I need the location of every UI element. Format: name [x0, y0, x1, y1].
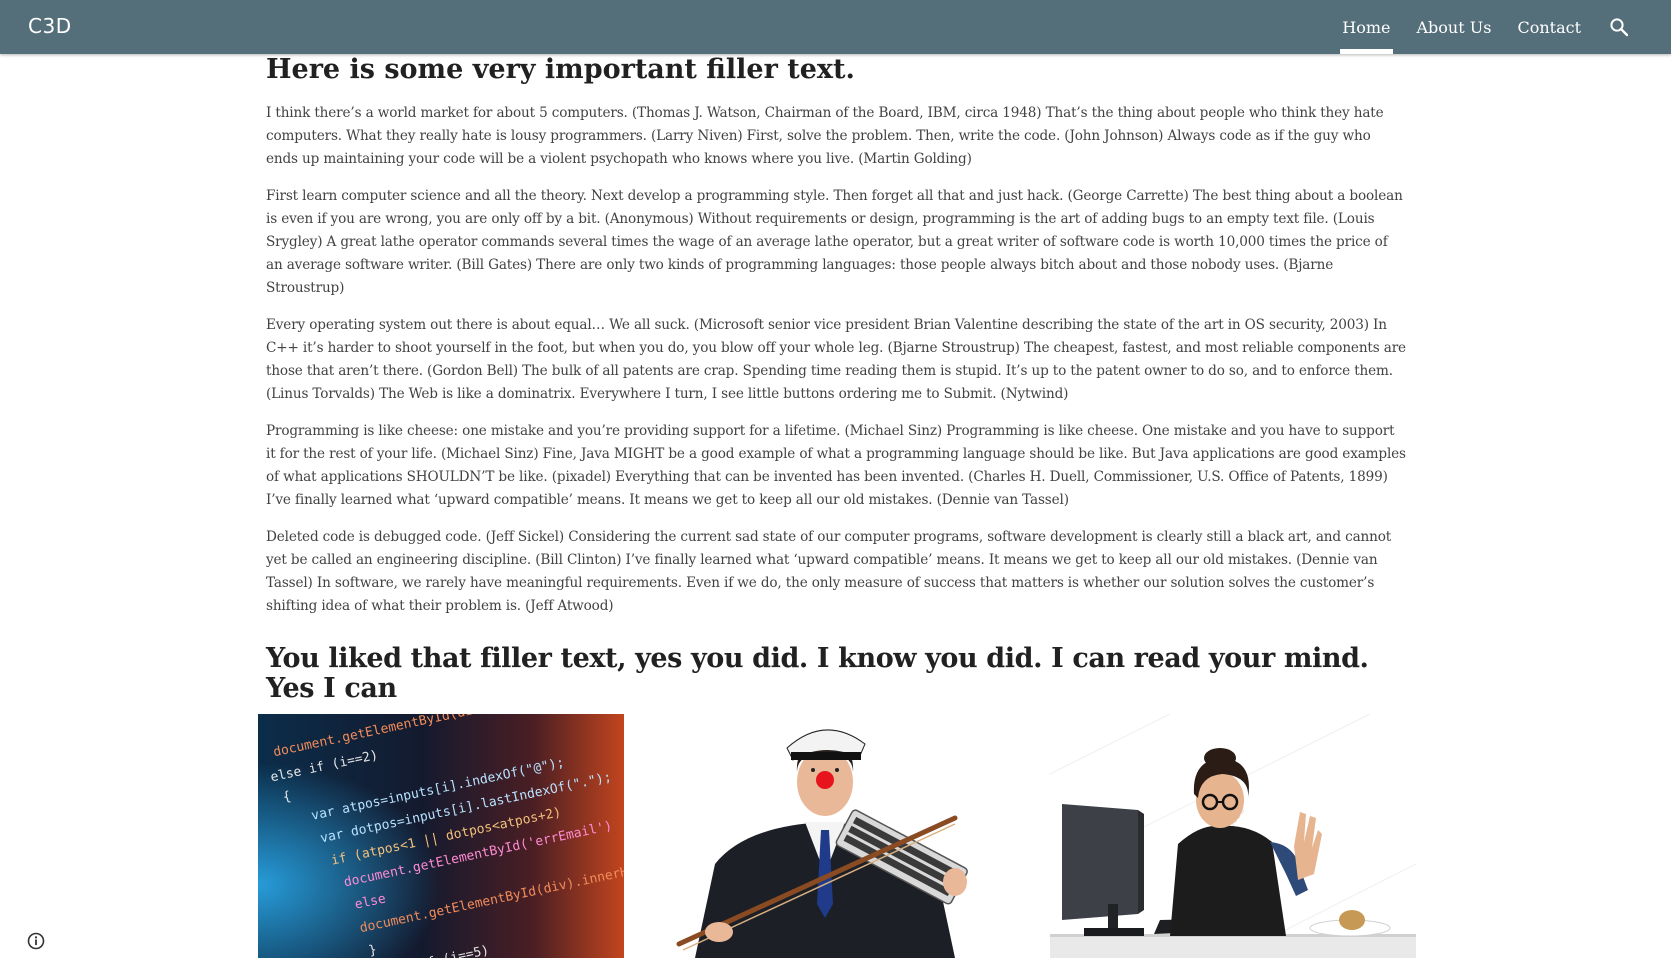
info-icon[interactable] — [27, 932, 45, 950]
paragraph: Deleted code is debugged code. (Jeff Sic… — [266, 529, 1392, 614]
top-navigation-bar: C3D Home About Us Contact — [0, 0, 1671, 54]
secondary-heading: You liked that filler text, yes you did.… — [266, 643, 1369, 704]
main-nav: Home About Us Contact — [1340, 0, 1631, 54]
search-icon[interactable] — [1607, 15, 1631, 39]
paragraph: First learn computer science and all the… — [266, 188, 1403, 296]
paragraph: Every operating system out there is abou… — [266, 317, 1406, 402]
woman-at-computer-image[interactable]: depositphotos — [1050, 714, 1416, 958]
nav-item-about-us[interactable]: About Us — [1417, 0, 1492, 54]
paragraph: Programming is like cheese: one mistake … — [266, 423, 1406, 508]
nav-item-home[interactable]: Home — [1340, 0, 1393, 54]
section-heading: Here is some very important filler text. — [266, 54, 855, 85]
code-screen-image[interactable]: document.getElementById(div).innerHTML e… — [258, 714, 624, 958]
paragraph: I think there’s a world market for about… — [266, 105, 1384, 167]
main-content: Here is some very important filler text.… — [266, 54, 1406, 704]
clown-businessman-image[interactable] — [655, 714, 1021, 958]
nav-item-contact[interactable]: Contact — [1517, 0, 1581, 54]
image-gallery: document.getElementById(div).innerHTML e… — [258, 714, 1418, 958]
site-logo[interactable]: C3D — [28, 14, 72, 38]
